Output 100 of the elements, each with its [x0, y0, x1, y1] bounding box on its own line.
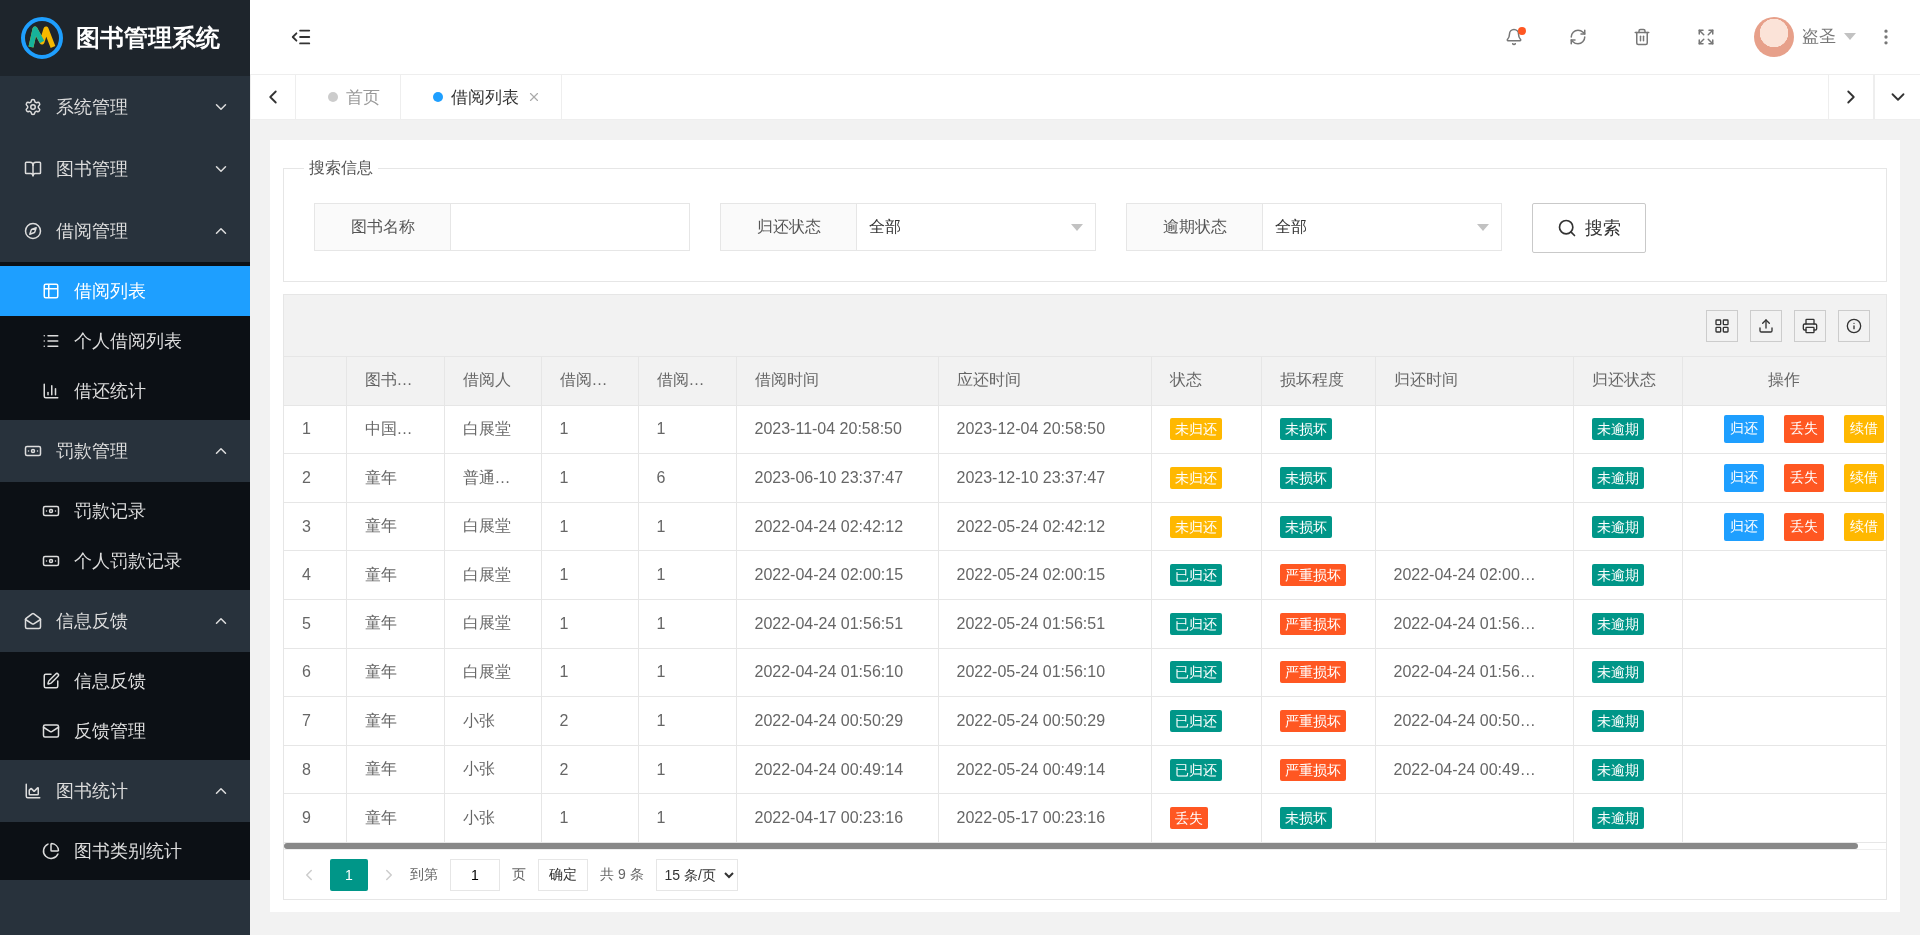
tab-label: 借阅列表 [451, 86, 519, 109]
menu-group[interactable]: 借阅管理 [0, 200, 250, 262]
status-tag: 已归还 [1169, 564, 1222, 587]
menu-item[interactable]: 个人罚款记录 [0, 536, 250, 586]
export-button[interactable] [1750, 309, 1782, 342]
menu-item[interactable]: 个人借阅列表 [0, 316, 250, 366]
avatar[interactable] [1754, 16, 1794, 57]
upload-icon [1758, 317, 1774, 334]
menu-item[interactable]: 罚款记录 [0, 486, 250, 536]
status-tag: 未逾期 [1591, 564, 1644, 587]
table-cell: 1 [541, 599, 638, 649]
info-button[interactable] [1838, 309, 1870, 342]
refresh-icon [1569, 27, 1587, 46]
menu-item[interactable]: 借还统计 [0, 366, 250, 416]
table-cell: 普通… [444, 453, 541, 503]
scrollbar[interactable] [284, 843, 1858, 849]
status-tag: 未逾期 [1591, 758, 1644, 781]
page-number[interactable]: 1 [330, 858, 368, 891]
menu-group[interactable]: 图书统计 [0, 760, 250, 822]
table-cell: 2 [541, 745, 638, 794]
row-number: 1 [284, 405, 346, 454]
menu-item[interactable]: 信息反馈 [0, 656, 250, 706]
status-tag: 严重损坏 [1279, 661, 1346, 684]
table-cell: 2022-04-24 00:50:29 [736, 696, 938, 746]
page-unit: 页 [512, 865, 526, 884]
columns-button[interactable] [1706, 309, 1738, 342]
menu-item[interactable]: 图书类别统计 [0, 826, 250, 876]
table-cell: 2022-04-24 02:00… [1375, 550, 1573, 600]
table-cell: 1 [638, 550, 736, 600]
table-cell: 童年 [346, 453, 444, 503]
page-size-select[interactable]: 15 条/页 [655, 858, 738, 891]
table-cell: 2022-04-24 01:56:51 [736, 599, 938, 649]
expand-icon [1697, 27, 1715, 46]
table-cell: 1 [541, 502, 638, 551]
search-legend: 搜索信息 [304, 158, 378, 180]
status-tag: 未逾期 [1591, 661, 1644, 684]
menu-group-label: 图书管理 [56, 158, 129, 181]
table-cell: 小张 [444, 745, 541, 794]
print-button[interactable] [1794, 309, 1826, 342]
menu-group[interactable]: 系统管理 [0, 76, 250, 138]
table-cell: 白展堂 [444, 599, 541, 649]
table-cell: 6 [638, 453, 736, 503]
row-number: 3 [284, 502, 346, 551]
menu-group-label: 图书统计 [56, 780, 129, 803]
column-header: 状态 [1151, 357, 1261, 406]
row-number: 2 [284, 453, 346, 503]
tabs-right-button[interactable] [1828, 74, 1874, 120]
menu-group[interactable]: 罚款管理 [0, 420, 250, 482]
table-cell: 童年 [346, 550, 444, 600]
status-tag: 未逾期 [1591, 467, 1644, 490]
column-header: 借阅… [638, 357, 736, 406]
table-cell: 童年 [346, 599, 444, 649]
column-header: 借阅… [541, 357, 638, 406]
compass-icon [24, 222, 42, 240]
column-header: 归还状态 [1573, 357, 1682, 406]
total-count: 共 9 条 [600, 865, 644, 884]
table-cell: 1 [638, 648, 736, 697]
confirm-button[interactable]: 确定 [538, 858, 588, 891]
printer-icon [1802, 317, 1818, 334]
gear-icon [24, 98, 42, 116]
status-tag: 未归还 [1169, 467, 1222, 490]
tabs-left-button[interactable] [250, 74, 296, 120]
row-number: 7 [284, 696, 346, 746]
table-cell: 白展堂 [444, 550, 541, 600]
menu-item[interactable]: 反馈管理 [0, 706, 250, 756]
close-icon[interactable] [527, 90, 541, 104]
status-tag: 严重损坏 [1279, 612, 1346, 635]
table-cell: 小张 [444, 793, 541, 843]
menu-group[interactable]: 信息反馈 [0, 590, 250, 652]
table-cell: 2022-04-17 00:23:16 [736, 793, 938, 843]
status-tag: 未逾期 [1591, 807, 1644, 830]
table-cell: 童年 [346, 793, 444, 843]
table-cell: 2022-04-24 01:56… [1375, 599, 1573, 649]
status-tag: 已归还 [1169, 710, 1222, 732]
tab-label: 首页 [346, 86, 380, 109]
table-cell: 中国… [346, 405, 444, 454]
bell-icon [1505, 27, 1523, 46]
bar-chart-icon [42, 382, 60, 400]
page-tab[interactable]: 借阅列表 [401, 74, 562, 120]
table-cell: 2022-04-24 01:56… [1375, 648, 1573, 697]
table-cell: 1 [638, 599, 736, 649]
page-input[interactable]: 1 [450, 858, 500, 891]
user-name[interactable]: 盗圣 [1802, 25, 1836, 49]
table-cell: 1 [541, 453, 638, 503]
status-tag: 未损坏 [1279, 515, 1332, 538]
menu-group[interactable]: 图书管理 [0, 138, 250, 200]
table-cell: 2022-04-24 01:56:10 [736, 648, 938, 697]
search-icon [1557, 218, 1577, 239]
search-button[interactable]: 搜索 [1532, 203, 1646, 254]
table-cell: 1 [541, 793, 638, 843]
table-cell: 1 [541, 648, 638, 697]
book-icon [24, 160, 42, 178]
menu-group-label: 借阅管理 [56, 220, 129, 243]
status-tag: 未损坏 [1279, 807, 1332, 830]
status-tag: 未损坏 [1279, 418, 1332, 441]
table-cell: 童年 [346, 648, 444, 697]
status-tag: 未逾期 [1591, 515, 1644, 538]
table-cell: 白展堂 [444, 502, 541, 551]
column-header: 借阅人 [444, 357, 541, 406]
pie-chart-icon [42, 842, 60, 860]
